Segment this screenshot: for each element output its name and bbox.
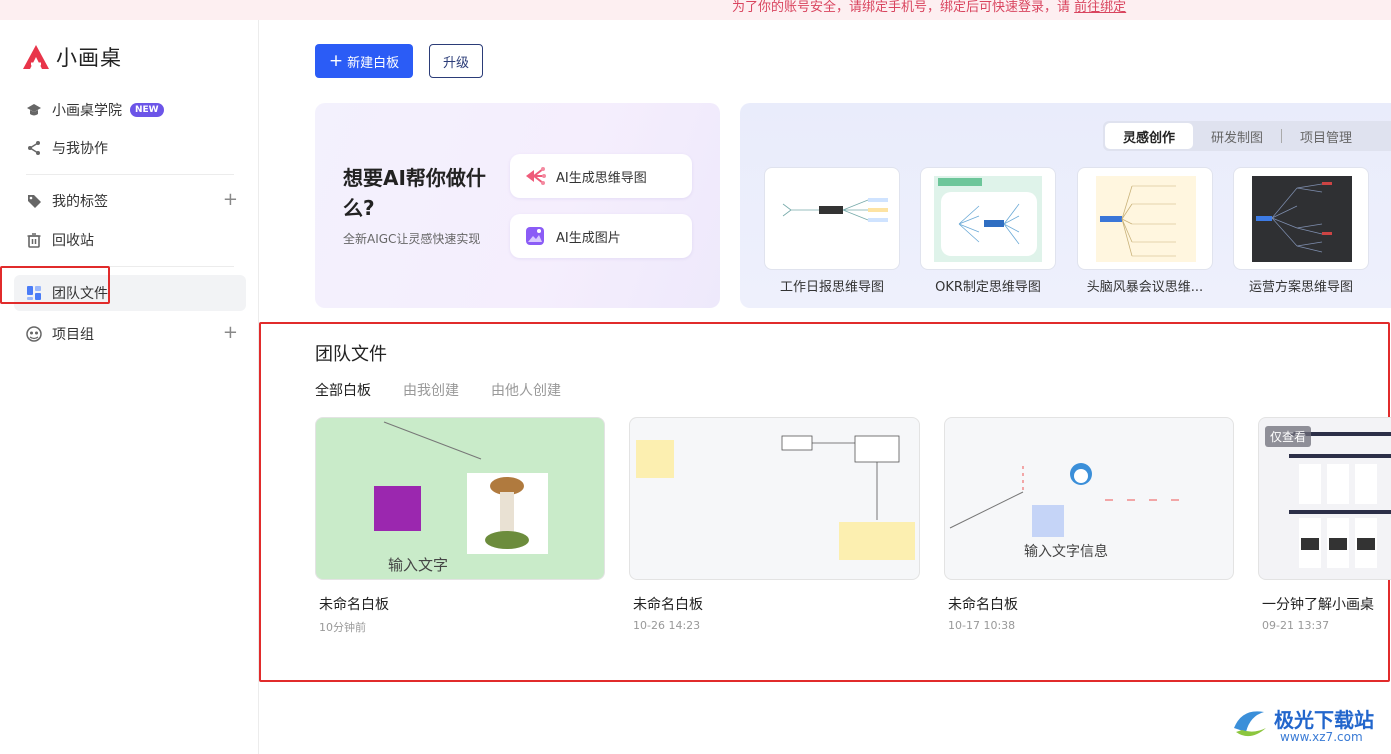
file-name: 未命名白板 xyxy=(948,597,1018,613)
watermark-logo-icon xyxy=(1234,711,1266,737)
template-card[interactable] xyxy=(1233,167,1369,270)
ai-mindmap-icon xyxy=(524,165,546,187)
ai-card: 想要AI帮你做什么? 全新AIGC让灵感快速实现 AI生成思维导图 AI生成图片 xyxy=(315,103,720,308)
sidebar-item-projects[interactable]: 项目组 + xyxy=(14,316,246,352)
board-thumbnail: 输入文字 xyxy=(374,421,548,574)
watermark-url: www.xz7.com xyxy=(1280,730,1363,744)
tab-inspiration[interactable]: 灵感创作 xyxy=(1105,123,1194,149)
sidebar-item-label: 回收站 xyxy=(52,233,94,249)
file-time: 09-21 13:37 xyxy=(1262,619,1330,632)
sidebar-item-label: 小画桌学院 xyxy=(52,103,122,119)
new-badge: NEW xyxy=(130,103,164,117)
view-only-badge: 仅查看 xyxy=(1265,426,1312,447)
sidebar-item-tags[interactable]: 我的标签 + xyxy=(14,183,246,219)
thumb-text: 输入文字 xyxy=(388,556,448,574)
thumb-text: 输入文字信息 xyxy=(1024,543,1108,560)
ai-mindmap-button[interactable]: AI生成思维导图 xyxy=(510,154,692,198)
ai-image-label: AI生成图片 xyxy=(556,230,621,246)
file-card[interactable]: 输入文字 xyxy=(315,417,605,580)
sidebar-item-label: 我的标签 xyxy=(52,194,108,210)
template-label: 运营方案思维导图 xyxy=(1248,280,1353,295)
ai-title: 想要AI帮你做什么? xyxy=(343,166,486,220)
file-name: 未命名白板 xyxy=(633,597,703,613)
sidebar: 小画桌 小画桌学院 NEW 与我协作 我的标签 + 回收站 团队文件 项目组 + xyxy=(0,20,259,754)
board-thumbnail: 输入文字信息 xyxy=(949,463,1185,560)
sidebar-divider xyxy=(26,266,234,267)
app-logo[interactable]: 小画桌 xyxy=(22,42,122,72)
file-name: 一分钟了解小画桌 xyxy=(1262,597,1374,613)
notice-text: 为了你的账号安全，请绑定手机号，绑定后可快速登录，请 xyxy=(732,0,1071,15)
templates-card: 灵感创作 研发制图 项目管理 工作日报思维导图 OKR制定思维导图 头脑风暴会议… xyxy=(740,103,1391,308)
watermark-title: 极光下载站 xyxy=(1274,708,1374,732)
tab-rd-diagram[interactable]: 研发制图 xyxy=(1193,123,1281,149)
filter-created-by-others[interactable]: 由他人创建 xyxy=(491,380,561,400)
trash-icon xyxy=(26,232,42,248)
share-icon xyxy=(26,140,42,156)
tab-project-mgmt[interactable]: 项目管理 xyxy=(1282,123,1370,149)
sidebar-divider xyxy=(26,174,234,175)
template-card[interactable] xyxy=(764,167,900,270)
file-time: 10-26 14:23 xyxy=(633,619,701,632)
file-name: 未命名白板 xyxy=(319,597,389,613)
sidebar-item-collab[interactable]: 与我协作 xyxy=(14,130,246,166)
sidebar-item-academy[interactable]: 小画桌学院 NEW xyxy=(14,92,246,128)
sidebar-item-label: 团队文件 xyxy=(52,286,108,302)
file-card[interactable] xyxy=(629,417,920,580)
site-watermark: 极光下载站 www.xz7.com xyxy=(1228,700,1388,750)
file-time: 10分钟前 xyxy=(319,621,366,634)
app-name: 小画桌 xyxy=(56,46,122,70)
bind-phone-link[interactable]: 前往绑定 xyxy=(1074,0,1126,15)
ai-mindmap-label: AI生成思维导图 xyxy=(556,170,647,186)
upgrade-button[interactable]: 升级 xyxy=(429,44,483,78)
ai-subtitle: 全新AIGC让灵感快速实现 xyxy=(343,232,481,246)
template-card[interactable] xyxy=(1077,167,1213,270)
board-thumbnail xyxy=(636,435,915,560)
new-board-label: 新建白板 xyxy=(347,55,400,71)
filter-created-by-me[interactable]: 由我创建 xyxy=(403,380,459,400)
file-card[interactable]: 仅查看 xyxy=(1258,417,1391,580)
filter-all-boards[interactable]: 全部白板 xyxy=(315,380,371,400)
template-tabs: 灵感创作 研发制图 项目管理 xyxy=(1103,121,1391,151)
template-label: 工作日报思维导图 xyxy=(779,280,884,295)
graduation-cap-icon xyxy=(26,102,42,118)
template-thumbnail xyxy=(1252,176,1352,262)
template-card[interactable] xyxy=(920,167,1056,270)
logo-icon xyxy=(23,45,49,69)
add-tag-icon[interactable]: + xyxy=(223,191,238,209)
team-section-title: 团队文件 xyxy=(315,344,387,365)
file-card[interactable]: 输入文字信息 xyxy=(944,417,1234,580)
sidebar-item-team-files[interactable]: 团队文件 xyxy=(14,275,246,311)
template-label: OKR制定思维导图 xyxy=(935,280,1041,295)
plus-icon: + xyxy=(328,51,344,71)
ai-image-button[interactable]: AI生成图片 xyxy=(510,214,692,258)
tag-icon xyxy=(26,193,42,209)
sidebar-item-label: 与我协作 xyxy=(52,141,108,157)
template-thumbnail xyxy=(1096,176,1196,262)
sidebar-item-trash[interactable]: 回收站 xyxy=(14,222,246,258)
template-thumbnail xyxy=(934,176,1042,262)
add-project-icon[interactable]: + xyxy=(223,324,238,342)
template-thumbnail xyxy=(773,192,891,232)
file-time: 10-17 10:38 xyxy=(948,619,1016,632)
group-icon xyxy=(26,326,42,342)
notice-bar: 为了你的账号安全，请绑定手机号，绑定后可快速登录，请 前往绑定 xyxy=(0,0,1391,20)
sidebar-item-label: 项目组 xyxy=(52,327,94,343)
team-files-icon xyxy=(26,285,42,301)
ai-image-icon xyxy=(524,225,546,247)
template-label: 头脑风暴会议思维... xyxy=(1086,280,1204,295)
new-board-button[interactable]: + 新建白板 xyxy=(315,44,413,78)
